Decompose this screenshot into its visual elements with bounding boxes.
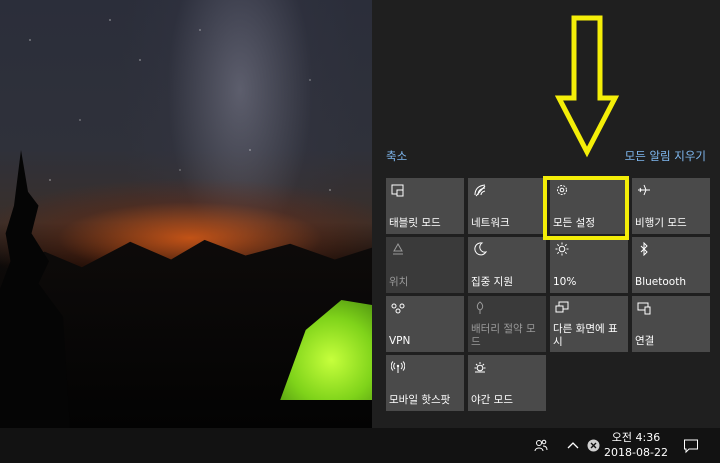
- chevron-up-icon[interactable]: [564, 428, 582, 463]
- bluetooth-icon: [636, 241, 652, 257]
- tile-airplane-mode[interactable]: 비행기 모드: [632, 178, 710, 234]
- vpn-icon: [390, 300, 406, 316]
- tile-label: 네트워크: [471, 217, 510, 229]
- tile-project[interactable]: 다른 화면에 표시: [550, 296, 628, 352]
- desktop-wallpaper: [0, 0, 372, 428]
- tile-tablet-mode[interactable]: 태블릿 모드: [386, 178, 464, 234]
- tile-label: 태블릿 모드: [389, 217, 441, 229]
- location-icon: [390, 241, 406, 257]
- moon-icon: [472, 241, 488, 257]
- gear-icon: [554, 182, 570, 198]
- tile-connect[interactable]: 연결: [632, 296, 710, 352]
- tile-label: 모든 설정: [553, 217, 595, 229]
- action-center-header: 축소 모든 알림 지우기: [386, 146, 706, 166]
- tile-mobile-hotspot[interactable]: 모바일 핫스팟: [386, 355, 464, 411]
- tile-label: 위치: [389, 276, 409, 288]
- quick-actions-grid: 태블릿 모드 네트워크 모든 설정 비행기 모드 위치 집중 지원 10% Bl…: [386, 178, 710, 411]
- collapse-link[interactable]: 축소: [386, 148, 407, 164]
- hotspot-icon: [390, 359, 406, 375]
- tile-label: 다른 화면에 표시: [553, 323, 618, 348]
- taskbar-clock[interactable]: 오전 4:36 2018-08-22: [600, 430, 672, 460]
- action-center-icon[interactable]: [680, 428, 702, 463]
- tile-label: VPN: [389, 335, 411, 347]
- tile-battery-saver[interactable]: 배터리 절약 모드: [468, 296, 546, 352]
- connect-icon: [636, 300, 652, 316]
- clear-all-notifications-link[interactable]: 모든 알림 지우기: [625, 148, 706, 164]
- tile-label: 비행기 모드: [635, 217, 687, 229]
- tile-label: Bluetooth: [635, 276, 686, 288]
- tile-all-settings[interactable]: 모든 설정: [550, 178, 628, 234]
- night-light-icon: [472, 359, 488, 375]
- taskbar: 오전 4:36 2018-08-22: [0, 428, 720, 463]
- tile-label: 모바일 핫스팟: [389, 394, 451, 406]
- project-icon: [554, 300, 570, 316]
- tile-night-light[interactable]: 야간 모드: [468, 355, 546, 411]
- battery-saver-icon: [472, 300, 488, 316]
- tile-vpn[interactable]: VPN: [386, 296, 464, 352]
- people-icon[interactable]: [530, 428, 552, 463]
- tile-label: 10%: [553, 276, 577, 288]
- network-icon: [472, 182, 488, 198]
- tile-network[interactable]: 네트워크: [468, 178, 546, 234]
- clock-time: 오전 4:36: [611, 431, 661, 444]
- airplane-icon: [636, 182, 652, 198]
- tile-label: 야간 모드: [471, 394, 513, 406]
- tile-brightness[interactable]: 10%: [550, 237, 628, 293]
- tile-focus-assist[interactable]: 집중 지원: [468, 237, 546, 293]
- tile-bluetooth[interactable]: Bluetooth: [632, 237, 710, 293]
- tablet-mode-icon: [390, 182, 406, 198]
- brightness-icon: [554, 241, 570, 257]
- clock-date: 2018-08-22: [604, 446, 668, 459]
- tile-location[interactable]: 위치: [386, 237, 464, 293]
- tile-label: 배터리 절약 모드: [471, 323, 536, 348]
- tile-label: 연결: [635, 335, 655, 347]
- tile-label: 집중 지원: [471, 276, 513, 288]
